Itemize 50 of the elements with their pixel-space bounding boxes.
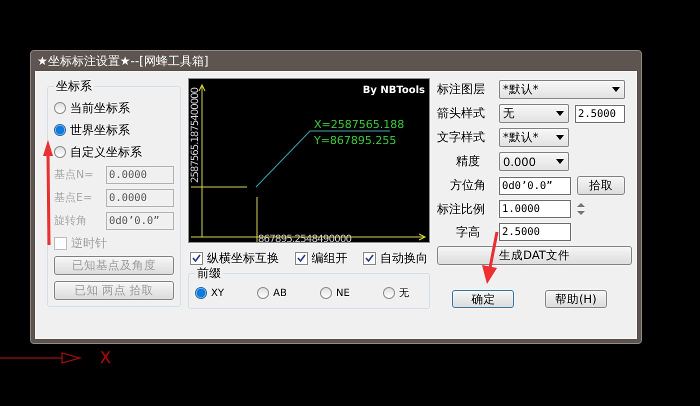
y-reading: Y=867895.255 [314, 134, 396, 147]
setting-label: 文字样式 [437, 129, 486, 146]
radio-option[interactable]: XY [195, 284, 224, 302]
checkmark-icon [296, 254, 306, 262]
input-field[interactable]: 2.5000 [499, 223, 571, 241]
x-reading: X=2587565.188 [314, 118, 404, 131]
field-label: 旋转角 [54, 213, 87, 228]
checkbox-option[interactable]: 自动换向 [363, 247, 428, 269]
window-title: ★坐标标注设置★--[网蜂工具箱] [36, 53, 210, 70]
group-label: 前缀 [196, 265, 222, 282]
radio-option[interactable]: 世界坐标系 [54, 119, 174, 141]
radio-option[interactable]: AB [257, 284, 287, 302]
setting-label: 标注比例 [437, 200, 486, 218]
radio-option[interactable]: 自定义坐标系 [54, 141, 174, 163]
checkmark-icon [365, 254, 374, 262]
field-label: 基点E= [54, 190, 92, 205]
field-label: 基点N= [54, 167, 94, 182]
dropdown[interactable]: *默认* [499, 80, 625, 99]
group-label: 坐标系 [55, 78, 93, 95]
setting-label: 字高 [455, 224, 481, 240]
input-field[interactable]: 1.0000 [499, 200, 571, 218]
input-field[interactable]: 2.5000 [575, 104, 625, 122]
setting-label: 方位角 [449, 177, 487, 194]
setting-label: 箭头样式 [437, 105, 486, 122]
radio-option[interactable]: 无 [383, 284, 409, 302]
dialog-button[interactable]: 帮助(H) [544, 290, 607, 308]
dropdown-arrow-icon [556, 159, 564, 164]
generate-file-button[interactable]: 生成DAT文件 [437, 246, 632, 265]
radio-option[interactable]: NE [320, 284, 350, 302]
pick-button[interactable]: 拾取 [577, 176, 625, 195]
input-field[interactable]: 0d0’0.0” [499, 176, 571, 194]
axis-value-label: 867895.2548490000 [258, 234, 352, 242]
dropdown[interactable]: *默认* [499, 128, 569, 147]
setting-label: 精度 [455, 153, 481, 170]
annotation-arrow [482, 232, 498, 284]
dropdown[interactable]: 0.000 [499, 152, 569, 171]
dropdown-arrow-icon [556, 135, 564, 140]
axis-value-label: 2587565.1875400000 [190, 87, 201, 183]
checkmark-icon [192, 254, 201, 262]
dropdown[interactable]: 无 [499, 104, 569, 123]
radio-option[interactable]: 当前坐标系 [54, 97, 174, 119]
credit-text: By NBTools [362, 85, 425, 96]
axis-label: X [100, 348, 111, 367]
crosshair-line [190, 186, 258, 242]
dropdown-arrow-icon [556, 111, 564, 116]
checkbox-option[interactable]: 编组开 [294, 247, 348, 269]
setting-label: 标注图层 [437, 81, 486, 98]
dialog-button[interactable]: 确定 [452, 290, 514, 308]
dropdown-arrow-icon [612, 87, 620, 92]
spinner-arrows-icon[interactable] [577, 202, 585, 216]
